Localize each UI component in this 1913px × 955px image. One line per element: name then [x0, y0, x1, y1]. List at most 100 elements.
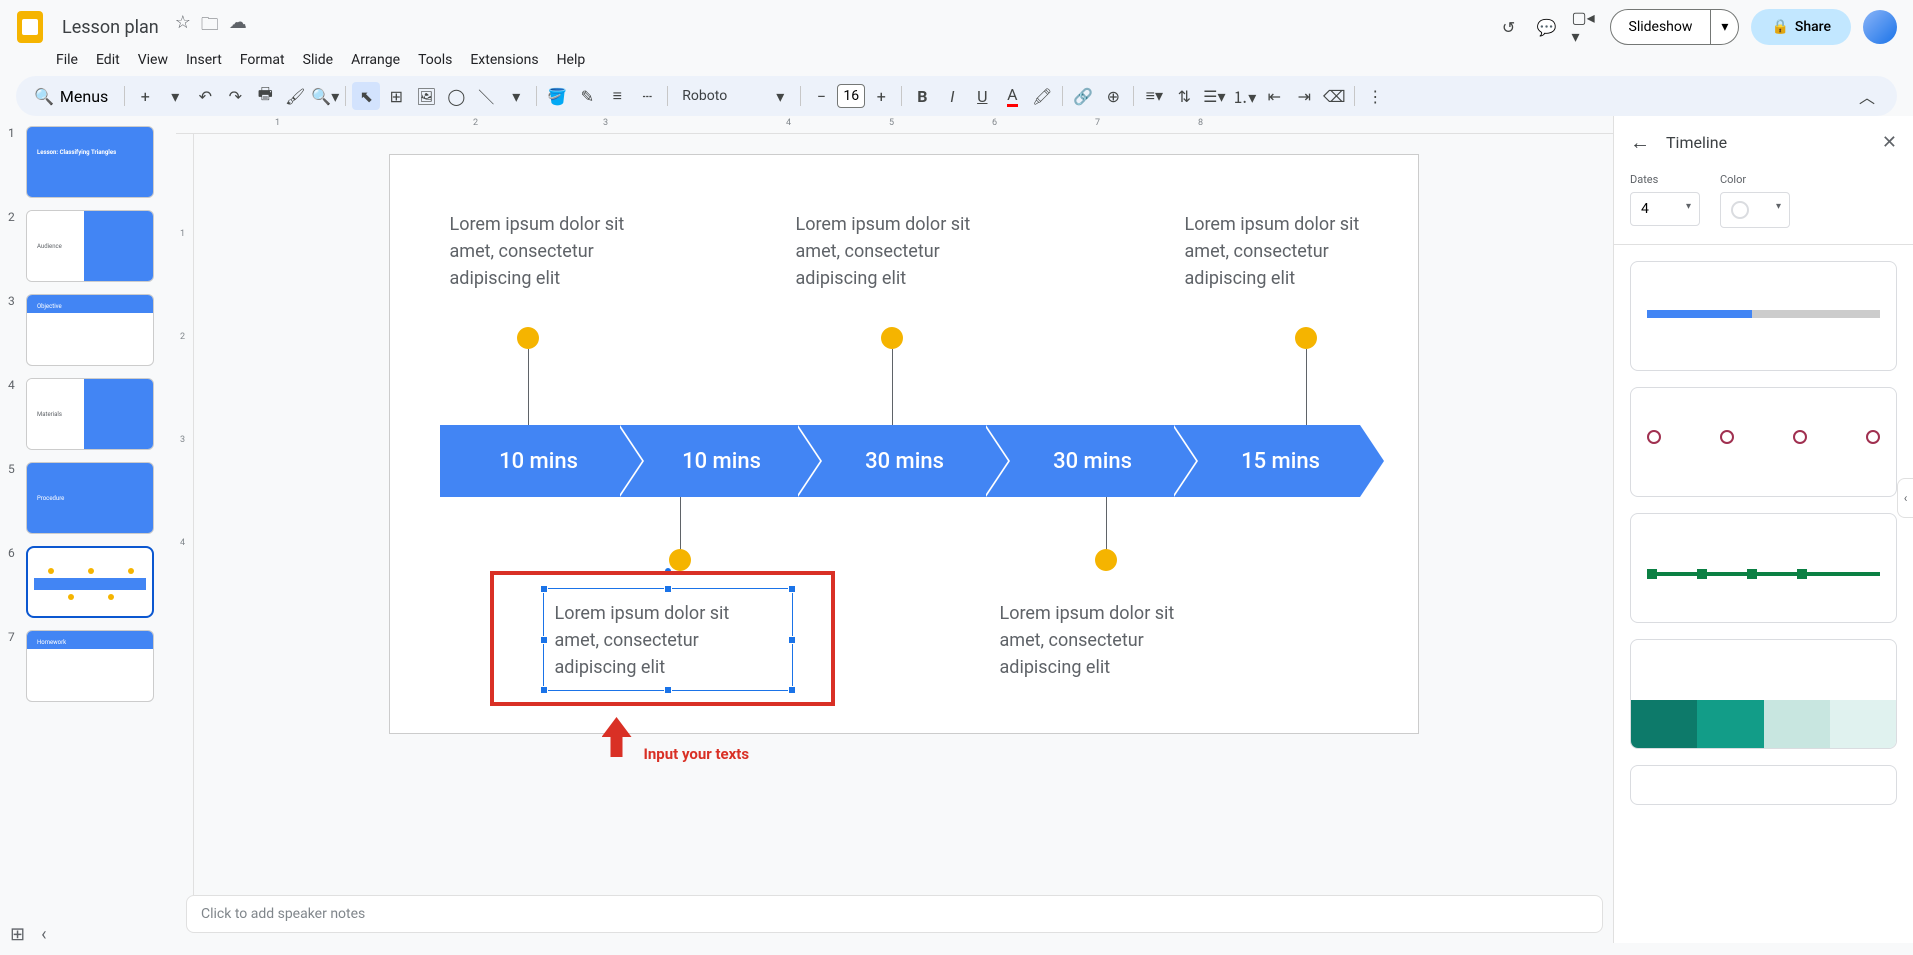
timeline-dot[interactable] [517, 327, 539, 349]
slide-thumbnail-3[interactable]: Objective [26, 294, 154, 366]
increase-font-button[interactable]: + [867, 82, 895, 110]
new-slide-dropdown[interactable]: ▾ [161, 82, 189, 110]
font-size-input[interactable] [837, 84, 865, 108]
speaker-notes[interactable]: Click to add speaker notes [186, 895, 1603, 933]
increase-indent-button[interactable]: ⇥ [1290, 82, 1318, 110]
align-button[interactable]: ≡▾ [1140, 82, 1168, 110]
insert-link-button[interactable]: 🔗 [1069, 82, 1097, 110]
timeline-segment-4[interactable]: 30 mins [984, 425, 1172, 497]
decrease-font-button[interactable]: − [807, 82, 835, 110]
timeline-template-1[interactable] [1630, 261, 1897, 371]
menu-tools[interactable]: Tools [410, 48, 460, 72]
grid-view-button[interactable]: ⊞ [10, 924, 25, 945]
new-slide-button[interactable]: + [131, 82, 159, 110]
menu-slide[interactable]: Slide [295, 48, 341, 72]
slide-thumbnail-7[interactable]: Homework [26, 630, 154, 702]
document-title[interactable]: Lesson plan [56, 15, 165, 40]
thumb-title: Lesson: Classifying Triangles [33, 145, 120, 160]
shape-tool[interactable]: ◯ [442, 82, 470, 110]
image-tool[interactable]: 🖼 [412, 82, 440, 110]
slide-canvas[interactable]: Lorem ipsum dolor sit amet, consectetur … [389, 154, 1419, 734]
cloud-status-icon[interactable]: ☁ [229, 12, 247, 42]
decrease-indent-button[interactable]: ⇤ [1260, 82, 1288, 110]
search-menus[interactable]: 🔍 Menus [24, 83, 118, 110]
zoom-button[interactable]: 🔍▾ [311, 82, 339, 110]
select-tool[interactable]: ⬉ [352, 82, 380, 110]
slide-thumbnail-4[interactable]: Materials [26, 378, 154, 450]
menu-format[interactable]: Format [232, 48, 293, 72]
font-dropdown[interactable]: ▾ [766, 82, 794, 110]
slide-thumbnail-6[interactable] [26, 546, 154, 618]
comments-icon[interactable]: 💬 [1534, 14, 1560, 40]
slide-thumbnail-5[interactable]: Procedure [26, 462, 154, 534]
timeline-segment-5[interactable]: 15 mins [1172, 425, 1360, 497]
timeline-text-top-2[interactable]: Lorem ipsum dolor sit amet, consectetur … [796, 211, 1016, 292]
slides-logo[interactable] [12, 9, 48, 45]
expand-side-panel-button[interactable]: ‹ [1897, 478, 1913, 518]
redo-button[interactable]: ↷ [221, 82, 249, 110]
slide-thumbnail-2[interactable]: Audience [26, 210, 154, 282]
timeline-text-top-1[interactable]: Lorem ipsum dolor sit amet, consectetur … [450, 211, 670, 292]
timeline-template-4[interactable] [1630, 639, 1897, 749]
menu-help[interactable]: Help [549, 48, 594, 72]
history-icon[interactable]: ↺ [1496, 14, 1522, 40]
menu-edit[interactable]: Edit [88, 48, 128, 72]
collapse-filmstrip-button[interactable]: ‹ [41, 924, 46, 945]
menu-file[interactable]: File [48, 48, 86, 72]
timeline-text-bottom-2[interactable]: Lorem ipsum dolor sit amet, consectetur … [1000, 600, 1220, 681]
slide-thumbnail-1[interactable]: Lesson: Classifying Triangles [26, 126, 154, 198]
vertical-ruler[interactable]: 1 2 3 4 [176, 134, 194, 895]
star-icon[interactable]: ☆ [175, 12, 191, 42]
line-dropdown[interactable]: ▾ [502, 82, 530, 110]
line-spacing-button[interactable]: ⇅ [1170, 82, 1198, 110]
user-avatar[interactable] [1863, 10, 1897, 44]
timeline-dot[interactable] [1295, 327, 1317, 349]
line-tool[interactable]: ＼ [472, 82, 500, 110]
dates-select[interactable]: 4 [1630, 192, 1700, 226]
border-dash-button[interactable]: ┄ [633, 82, 661, 110]
timeline-segment-3[interactable]: 30 mins [796, 425, 984, 497]
timeline-text-top-3[interactable]: Lorem ipsum dolor sit amet, consectetur … [1185, 211, 1405, 292]
timeline-dot[interactable] [1095, 549, 1117, 571]
italic-button[interactable]: I [938, 82, 966, 110]
color-select[interactable] [1720, 192, 1790, 228]
timeline-segment-2[interactable]: 10 mins [618, 425, 796, 497]
timeline-segment-1[interactable]: 10 mins [440, 425, 618, 497]
more-tools-button[interactable]: ⋮ [1361, 82, 1389, 110]
textbox-tool[interactable]: ⊞ [382, 82, 410, 110]
sidebar-back-button[interactable]: ← [1630, 130, 1650, 155]
underline-button[interactable]: U [968, 82, 996, 110]
menu-insert[interactable]: Insert [178, 48, 230, 72]
bold-button[interactable]: B [908, 82, 936, 110]
insert-comment-button[interactable]: ⊕ [1099, 82, 1127, 110]
slideshow-dropdown-button[interactable]: ▾ [1711, 9, 1739, 45]
menu-arrange[interactable]: Arrange [343, 48, 408, 72]
timeline-dot[interactable] [669, 549, 691, 571]
timeline-dot[interactable] [881, 327, 903, 349]
menu-extensions[interactable]: Extensions [462, 48, 546, 72]
move-icon[interactable]: 🗀 [201, 12, 219, 42]
sidebar-close-button[interactable]: ✕ [1882, 132, 1897, 153]
font-selector[interactable]: Roboto [674, 84, 764, 108]
meet-icon[interactable]: ▢◂ ▾ [1572, 14, 1598, 40]
timeline-template-3[interactable] [1630, 513, 1897, 623]
paint-format-button[interactable]: 🖌 [281, 82, 309, 110]
share-button[interactable]: 🔒 Share [1751, 9, 1851, 45]
clear-formatting-button[interactable]: ⌫ [1320, 82, 1348, 110]
border-color-button[interactable]: ✎ [573, 82, 601, 110]
print-button[interactable]: 🖶 [251, 82, 279, 110]
bulleted-list-button[interactable]: ☰▾ [1200, 82, 1228, 110]
numbered-list-button[interactable]: ⒈▾ [1230, 82, 1258, 110]
undo-button[interactable]: ↶ [191, 82, 219, 110]
text-color-button[interactable]: A [998, 82, 1026, 110]
slideshow-button[interactable]: Slideshow [1610, 9, 1712, 45]
menu-view[interactable]: View [130, 48, 176, 72]
timeline-bar[interactable]: 10 mins 10 mins 30 mins 30 mins 15 mins [440, 425, 1360, 497]
border-weight-button[interactable]: ≡ [603, 82, 631, 110]
collapse-toolbar-button[interactable]: ︿ [1853, 82, 1881, 110]
fill-color-button[interactable]: 🪣 [543, 82, 571, 110]
timeline-template-5[interactable] [1630, 765, 1897, 805]
horizontal-ruler[interactable]: 1 2 3 4 5 6 7 8 [176, 116, 1613, 134]
timeline-template-2[interactable] [1630, 387, 1897, 497]
highlight-color-button[interactable]: 🖍 [1028, 82, 1056, 110]
